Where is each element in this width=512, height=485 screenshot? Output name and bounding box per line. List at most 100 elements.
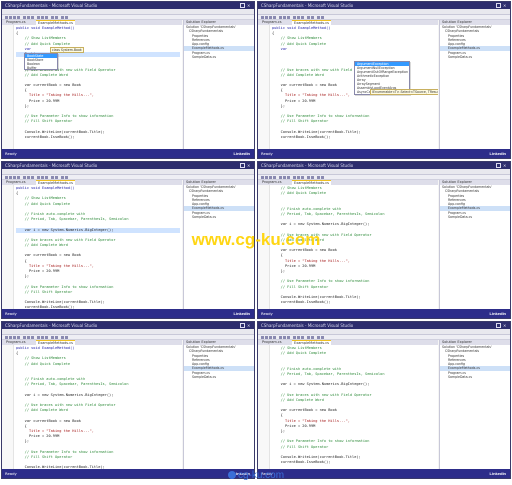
toolbar-icon[interactable]	[317, 176, 320, 179]
toolbar-icon[interactable]	[301, 336, 304, 339]
toolbar-icon[interactable]	[55, 336, 58, 339]
toolbar-icon[interactable]	[321, 336, 324, 339]
toolbar-icon[interactable]	[17, 176, 20, 179]
minimize-button[interactable]	[233, 163, 238, 168]
toolbar-icon[interactable]	[273, 16, 276, 19]
solution-explorer-item[interactable]: SampleData.cs	[184, 55, 254, 59]
toolbar-icon[interactable]	[31, 176, 34, 179]
toolbar-icon[interactable]	[317, 336, 320, 339]
solution-explorer-item[interactable]: SampleData.cs	[184, 375, 254, 379]
toolbar-icon[interactable]	[23, 336, 26, 339]
solution-explorer-item[interactable]: SampleData.cs	[440, 55, 510, 59]
toolbar-icon[interactable]	[45, 176, 48, 179]
maximize-button[interactable]	[496, 3, 501, 8]
toolbar-icon[interactable]	[287, 16, 290, 19]
toolbar-icon[interactable]	[265, 176, 268, 179]
toolbar-icon[interactable]	[293, 176, 296, 179]
toolbar-icon[interactable]	[269, 336, 272, 339]
toolbar-icon[interactable]	[265, 16, 268, 19]
toolbar-icon[interactable]	[65, 16, 68, 19]
toolbar-icon[interactable]	[23, 176, 26, 179]
toolbar-icon[interactable]	[37, 16, 40, 19]
close-button[interactable]: ✕	[503, 163, 508, 168]
toolbar-icon[interactable]	[65, 336, 68, 339]
toolbar-icon[interactable]	[13, 336, 16, 339]
toolbar-icon[interactable]	[37, 336, 40, 339]
toolbar-icon[interactable]	[61, 176, 64, 179]
toolbar-icon[interactable]	[55, 16, 58, 19]
toolbar-icon[interactable]	[297, 16, 300, 19]
toolbar-icon[interactable]	[5, 176, 8, 179]
toolbar-icon[interactable]	[27, 336, 30, 339]
toolbar-icon[interactable]	[283, 336, 286, 339]
close-button[interactable]: ✕	[247, 163, 252, 168]
toolbar-icon[interactable]	[273, 176, 276, 179]
toolbar-icon[interactable]	[307, 176, 310, 179]
minimize-button[interactable]	[233, 3, 238, 8]
toolbar-icon[interactable]	[287, 176, 290, 179]
toolbar-icon[interactable]	[41, 336, 44, 339]
toolbar-icon[interactable]	[55, 176, 58, 179]
toolbar-icon[interactable]	[293, 336, 296, 339]
toolbar-icon[interactable]	[321, 176, 324, 179]
toolbar-icon[interactable]	[5, 16, 8, 19]
toolbar-icon[interactable]	[9, 176, 12, 179]
close-button[interactable]: ✕	[247, 3, 252, 8]
toolbar-icon[interactable]	[9, 16, 12, 19]
intellisense-item[interactable]: Buffer	[25, 66, 57, 70]
toolbar-icon[interactable]	[5, 336, 8, 339]
toolbar-icon[interactable]	[27, 176, 30, 179]
toolbar-icon[interactable]	[45, 16, 48, 19]
toolbar-icon[interactable]	[61, 336, 64, 339]
toolbar-icon[interactable]	[31, 16, 34, 19]
solution-explorer-item[interactable]: SampleData.cs	[440, 215, 510, 219]
toolbar-icon[interactable]	[13, 176, 16, 179]
toolbar-icon[interactable]	[283, 16, 286, 19]
toolbar-icon[interactable]	[23, 16, 26, 19]
minimize-button[interactable]	[489, 3, 494, 8]
minimize-button[interactable]	[489, 163, 494, 168]
code-editor[interactable]: public void ExampleMethod(){ // Show Lis…	[2, 345, 182, 469]
maximize-button[interactable]	[496, 163, 501, 168]
maximize-button[interactable]	[496, 323, 501, 328]
toolbar-icon[interactable]	[317, 16, 320, 19]
toolbar-icon[interactable]	[27, 16, 30, 19]
close-button[interactable]: ✕	[247, 323, 252, 328]
toolbar-icon[interactable]	[311, 336, 314, 339]
maximize-button[interactable]	[240, 323, 245, 328]
toolbar-icon[interactable]	[273, 336, 276, 339]
minimize-button[interactable]	[233, 323, 238, 328]
toolbar-icon[interactable]	[297, 176, 300, 179]
intellisense-popup[interactable]: BookState BookStore Boolean Buffer	[24, 53, 58, 70]
toolbar-icon[interactable]	[51, 16, 54, 19]
toolbar-icon[interactable]	[279, 176, 282, 179]
solution-explorer-item[interactable]: SampleData.cs	[440, 375, 510, 379]
toolbar-icon[interactable]	[307, 336, 310, 339]
toolbar-icon[interactable]	[279, 336, 282, 339]
minimize-button[interactable]	[489, 323, 494, 328]
solution-explorer-item[interactable]: SampleData.cs	[184, 215, 254, 219]
toolbar-icon[interactable]	[279, 16, 282, 19]
toolbar-icon[interactable]	[9, 336, 12, 339]
toolbar-icon[interactable]	[13, 16, 16, 19]
toolbar-icon[interactable]	[17, 16, 20, 19]
toolbar-icon[interactable]	[61, 16, 64, 19]
toolbar-icon[interactable]	[269, 176, 272, 179]
toolbar-icon[interactable]	[283, 176, 286, 179]
code-editor[interactable]: // Show ListMembers // Add Quick Complet…	[258, 345, 438, 469]
toolbar-icon[interactable]	[287, 336, 290, 339]
toolbar-icon[interactable]	[311, 176, 314, 179]
toolbar-icon[interactable]	[41, 16, 44, 19]
toolbar-icon[interactable]	[65, 176, 68, 179]
code-editor[interactable]: public void ExampleMethod(){ // Show Lis…	[2, 25, 182, 149]
toolbar-icon[interactable]	[297, 336, 300, 339]
toolbar-icon[interactable]	[31, 336, 34, 339]
toolbar-icon[interactable]	[269, 16, 272, 19]
toolbar-icon[interactable]	[51, 176, 54, 179]
toolbar-icon[interactable]	[301, 176, 304, 179]
toolbar-icon[interactable]	[301, 16, 304, 19]
toolbar-icon[interactable]	[261, 176, 264, 179]
toolbar-icon[interactable]	[265, 336, 268, 339]
toolbar-icon[interactable]	[307, 16, 310, 19]
maximize-button[interactable]	[240, 163, 245, 168]
